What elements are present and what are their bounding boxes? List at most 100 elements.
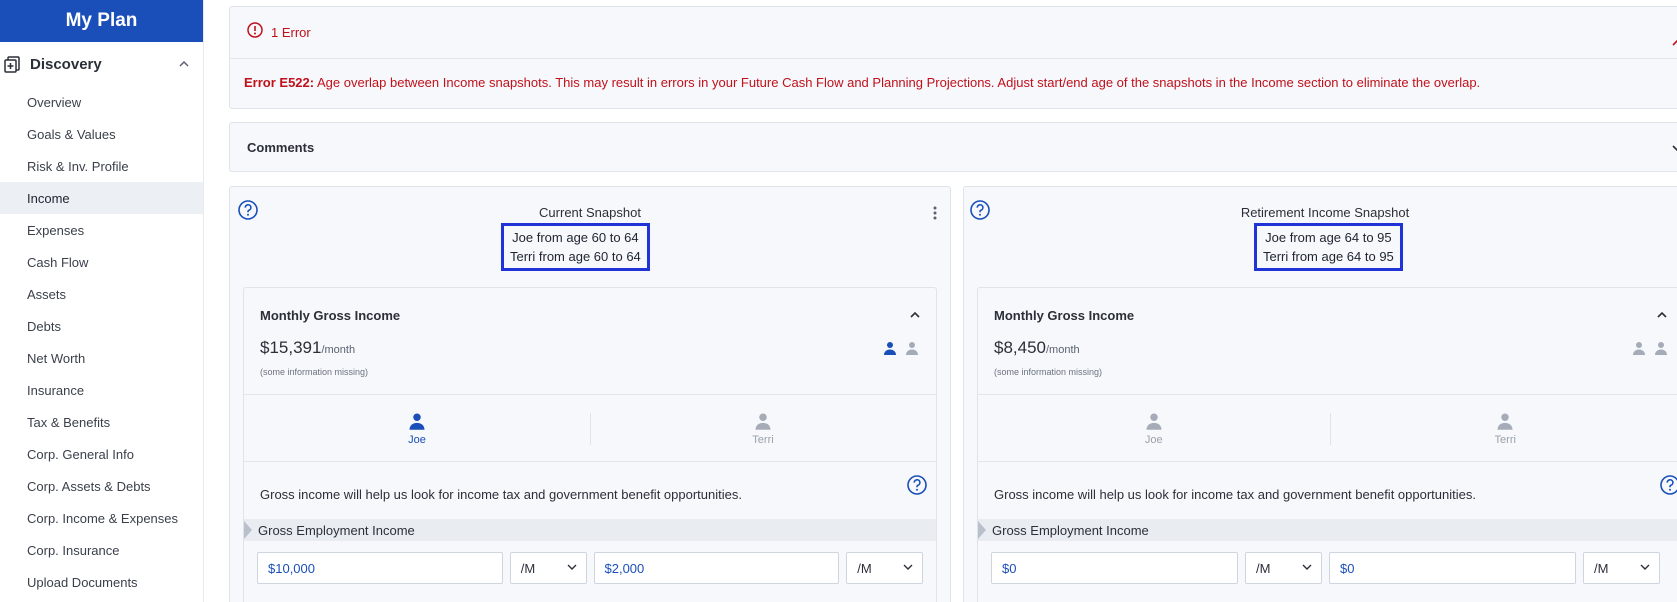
- sidebar: My Plan Discovery Overview Goals & Value…: [0, 0, 204, 602]
- owner-icons: [1631, 340, 1669, 361]
- person-tabs: Joe Terri: [244, 394, 936, 462]
- tab-label: Terri: [1494, 433, 1516, 446]
- sidebar-item-net-worth[interactable]: Net Worth: [0, 342, 203, 374]
- missing-info-note: (some information missing): [260, 367, 369, 377]
- chevron-down-icon: [1301, 561, 1313, 576]
- age-range-joe: Joe from age 60 to 64: [512, 230, 639, 245]
- tab-joe[interactable]: Joe: [978, 395, 1330, 461]
- amount-value: $15,391: [260, 338, 322, 357]
- chevron-down-icon[interactable]: [1670, 141, 1677, 160]
- monthly-income-amount: $8,450/month: [994, 338, 1080, 358]
- gross-employment-income-section[interactable]: Gross Employment Income: [244, 519, 936, 541]
- age-range-terri: Terri from age 60 to 64: [510, 249, 641, 264]
- gross-income-note: Gross income will help us look for incom…: [994, 487, 1476, 502]
- chevron-up-icon[interactable]: [1655, 308, 1669, 327]
- sidebar-item-cash-flow[interactable]: Cash Flow: [0, 246, 203, 278]
- monthly-income-amount: $15,391/month: [260, 338, 355, 358]
- chevron-up-icon[interactable]: [177, 57, 191, 71]
- discovery-section-toggle[interactable]: Discovery: [0, 42, 203, 86]
- sidebar-item-tax-benefits[interactable]: Tax & Benefits: [0, 406, 203, 438]
- sidebar-item-goals-values[interactable]: Goals & Values: [0, 118, 203, 150]
- caret-right-icon: [244, 521, 252, 539]
- tab-terri[interactable]: Terri: [590, 395, 936, 461]
- joe-income-input[interactable]: $10,000: [257, 552, 503, 584]
- sidebar-item-corp-insurance[interactable]: Corp. Insurance: [0, 534, 203, 566]
- sidebar-item-assets[interactable]: Assets: [0, 278, 203, 310]
- person-icon: [1495, 411, 1515, 434]
- more-options-icon[interactable]: [932, 205, 938, 221]
- section-label: Gross Employment Income: [258, 522, 415, 538]
- owner-icons: [882, 340, 920, 361]
- chevron-up-icon[interactable]: [908, 308, 922, 327]
- tab-label: Joe: [408, 433, 426, 446]
- snapshot-title: Retirement Income Snapshot: [1240, 205, 1410, 220]
- error-count: 1 Error: [271, 25, 311, 40]
- main-content: 1 Error Error E522: Age overlap between …: [204, 0, 1677, 602]
- tab-terri[interactable]: Terri: [1329, 395, 1677, 461]
- caret-right-icon: [978, 521, 986, 539]
- sidebar-item-income[interactable]: Income: [0, 182, 203, 214]
- person-icon: [904, 340, 920, 361]
- select-value: /M: [857, 560, 872, 576]
- amount-period: /month: [321, 344, 356, 356]
- person-icon: [1653, 340, 1669, 361]
- error-text: Age overlap between Income snapshots. Th…: [314, 75, 1481, 90]
- snapshot-age-range: Joe from age 64 to 95 Terri from age 64 …: [1254, 223, 1403, 271]
- tab-joe[interactable]: Joe: [244, 395, 590, 461]
- help-icon[interactable]: [1659, 474, 1677, 496]
- employment-income-fields: $10,000 /M $2,000 /M: [257, 552, 923, 584]
- joe-income-input[interactable]: $0: [991, 552, 1238, 584]
- section-label: Discovery: [30, 55, 102, 73]
- person-icon: [882, 340, 898, 361]
- sidebar-item-corp-income-expenses[interactable]: Corp. Income & Expenses: [0, 502, 203, 534]
- error-panel-header[interactable]: 1 Error: [230, 7, 1677, 59]
- sidebar-item-debts[interactable]: Debts: [0, 310, 203, 342]
- monthly-gross-income-title: Monthly Gross Income: [994, 308, 1135, 323]
- sidebar-item-insurance[interactable]: Insurance: [0, 374, 203, 406]
- error-code: Error E522:: [244, 75, 315, 90]
- terri-income-input[interactable]: $0: [1329, 552, 1576, 584]
- comments-label: Comments: [247, 139, 315, 155]
- person-icon: [1631, 340, 1647, 361]
- monthly-gross-income-title: Monthly Gross Income: [260, 308, 401, 323]
- select-value: /M: [520, 560, 536, 576]
- age-range-terri: Terri from age 64 to 95: [1263, 249, 1394, 264]
- person-icon: [1144, 411, 1164, 434]
- current-snapshot-card: Current Snapshot Joe from age 60 to 64 T…: [229, 186, 951, 602]
- chevron-down-icon: [1639, 561, 1651, 576]
- comments-panel[interactable]: Comments: [229, 122, 1677, 172]
- tab-label: Joe: [1144, 433, 1163, 446]
- snapshot-title: Current Snapshot: [539, 205, 641, 220]
- help-icon[interactable]: [906, 474, 928, 496]
- error-panel: 1 Error Error E522: Age overlap between …: [229, 6, 1677, 109]
- person-icon: [407, 411, 427, 434]
- joe-frequency-select[interactable]: /M: [509, 552, 587, 584]
- monthly-gross-income-panel: Monthly Gross Income $8,450/month (some …: [977, 287, 1677, 602]
- terri-income-input[interactable]: $2,000: [593, 552, 840, 584]
- monthly-gross-income-panel: Monthly Gross Income $15,391/month (some…: [243, 287, 937, 602]
- chevron-down-icon: [566, 561, 578, 576]
- sidebar-item-expenses[interactable]: Expenses: [0, 214, 203, 246]
- error-alert-icon: [247, 22, 263, 43]
- sidebar-item-corp-assets-debts[interactable]: Corp. Assets & Debts: [0, 470, 203, 502]
- age-range-joe: Joe from age 64 to 95: [1265, 230, 1392, 245]
- gross-employment-income-section[interactable]: Gross Employment Income: [978, 519, 1677, 541]
- amount-period: /month: [1046, 344, 1080, 356]
- sidebar-item-corp-general-info[interactable]: Corp. General Info: [0, 438, 203, 470]
- select-value: /M: [1594, 560, 1609, 576]
- sidebar-item-risk-profile[interactable]: Risk & Inv. Profile: [0, 150, 203, 182]
- snapshot-age-range: Joe from age 60 to 64 Terri from age 60 …: [501, 223, 650, 271]
- sidebar-item-overview[interactable]: Overview: [0, 86, 203, 118]
- person-tabs: Joe Terri: [978, 394, 1677, 462]
- gross-income-note: Gross income will help us look for incom…: [260, 487, 742, 502]
- tab-label: Terri: [752, 433, 774, 446]
- joe-frequency-select[interactable]: /M: [1245, 552, 1322, 584]
- terri-frequency-select[interactable]: /M: [1583, 552, 1660, 584]
- chevron-down-icon: [902, 561, 914, 576]
- employment-income-fields: $0 /M $0 /M: [991, 552, 1677, 584]
- chevron-up-icon[interactable]: [1670, 36, 1677, 55]
- select-value: /M: [1256, 560, 1271, 576]
- sidebar-nav: Overview Goals & Values Risk & Inv. Prof…: [0, 86, 203, 598]
- terri-frequency-select[interactable]: /M: [846, 552, 923, 584]
- sidebar-item-upload-documents[interactable]: Upload Documents: [0, 566, 203, 598]
